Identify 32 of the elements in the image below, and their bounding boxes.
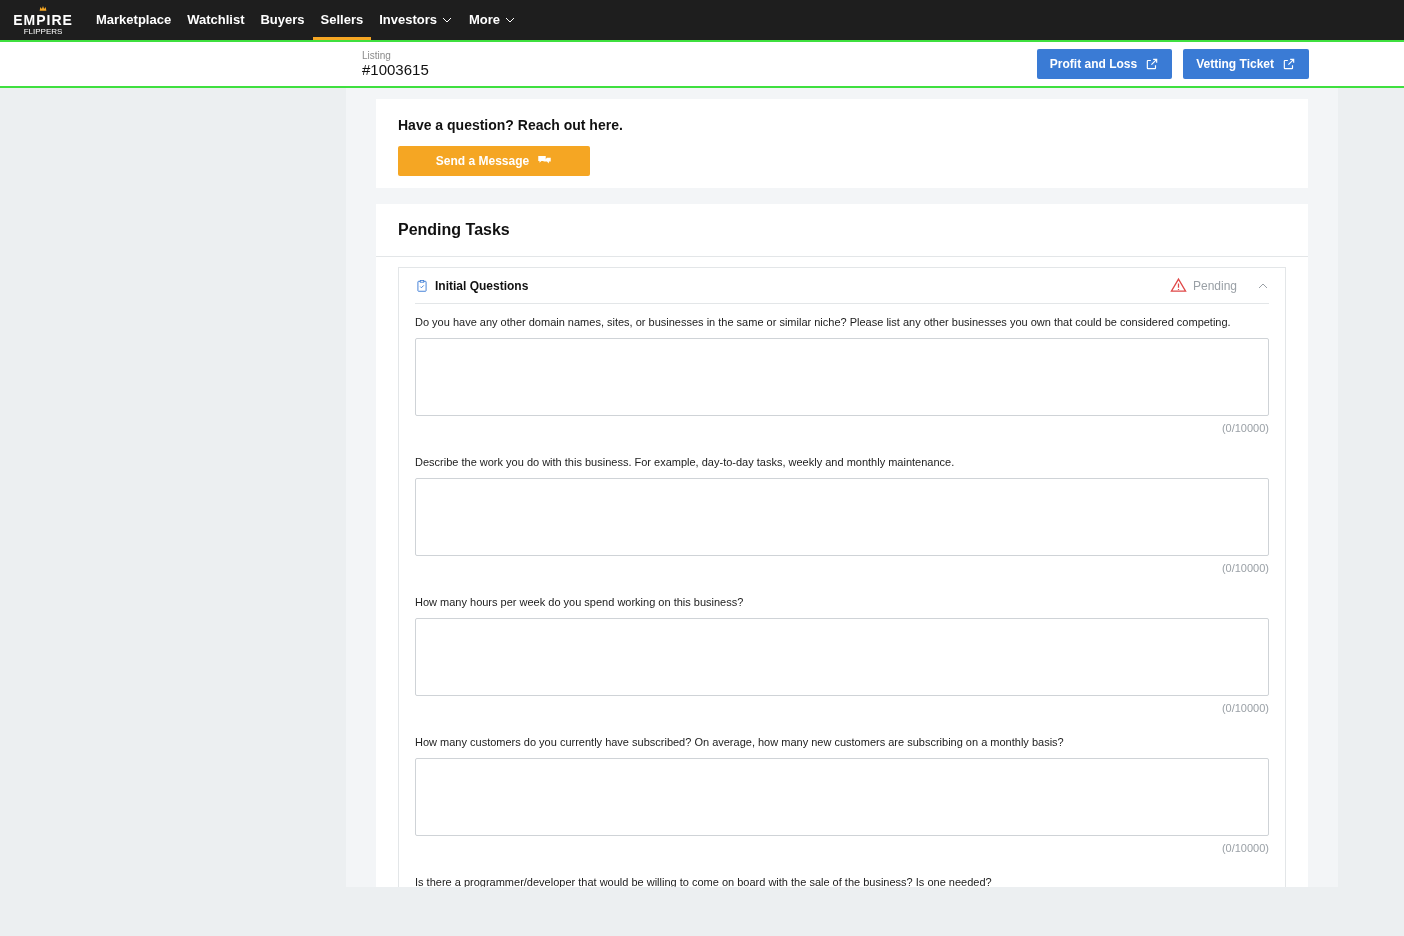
logo-text: EMPIRE [13,13,73,27]
task-status: Pending [1192,277,1237,295]
question-label: How many hours per week do you spend working on this business? [415,595,745,610]
clipboard-icon [415,278,429,293]
warning-icon [1169,277,1187,294]
external-link-icon [1145,57,1160,71]
answer-field[interactable] [415,617,1269,696]
character-counter: (0/10000) [1221,840,1269,856]
external-link-button[interactable]: Profit and Loss [1036,49,1173,79]
contact-prompt: Have a question? Reach out here. [398,116,624,135]
external-link-icon [1282,57,1296,71]
section-title: Pending Tasks [398,220,510,240]
answer-field[interactable] [415,757,1269,836]
listing-number: #1003615 [362,60,429,79]
external-link-button[interactable]: Vetting Ticket [1183,49,1309,79]
answer-field[interactable] [415,477,1269,556]
question-label: Describe the work you do with this business. For example, day-to-day tasks, weekly and monthly maintenance. [415,455,956,470]
nav-item[interactable]: Marketplace [88,3,180,40]
question-label: How many customers do you currently have subscribed? On average, how many new customers are subscribing on a monthly basis? [415,735,1065,750]
task-title: Initial Questions [435,277,530,295]
listing-label: Listing [362,49,392,61]
nav-item[interactable]: Buyers [252,3,313,40]
logo-subtext: FLIPPERS [23,27,63,36]
nav-item[interactable]: More [461,3,525,40]
crown-icon [37,4,49,13]
answer-field[interactable] [415,337,1269,416]
character-counter: (0/10000) [1221,700,1269,716]
nav-item[interactable]: Watchlist [179,3,253,40]
character-counter: (0/10000) [1221,420,1269,436]
character-counter: (0/10000) [1221,560,1269,576]
nav-item[interactable]: Investors [371,3,461,40]
question-label: Do you have any other domain names, sites, or businesses in the same or similar niche? Please list any other businesses you own that could be considered competing. [415,315,1232,330]
